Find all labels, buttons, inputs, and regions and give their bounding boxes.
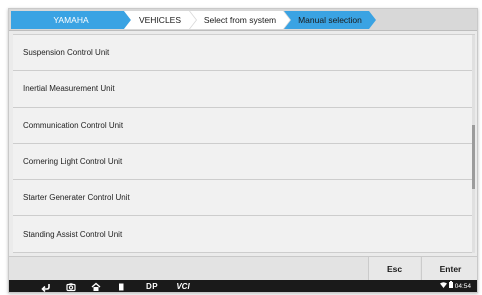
scrollbar-thumb[interactable]: [472, 125, 475, 189]
system-nav-bar: DP VCI 04:54: [9, 280, 477, 292]
esc-button[interactable]: Esc: [368, 257, 420, 281]
battery-icon: [448, 281, 453, 292]
breadcrumb: YAMAHA VEHICLES Select from system Manua…: [9, 9, 477, 31]
breadcrumb-select-from-system[interactable]: Select from system: [190, 11, 290, 29]
list-item[interactable]: Starter Generater Control Unit: [13, 180, 475, 217]
app-screen: YAMAHA VEHICLES Select from system Manua…: [8, 8, 478, 293]
list-item[interactable]: Standing Assist Control Unit: [13, 216, 475, 253]
home-icon[interactable]: [89, 281, 103, 292]
recents-icon[interactable]: [114, 281, 128, 292]
breadcrumb-vehicles[interactable]: VEHICLES: [124, 11, 196, 29]
camera-icon[interactable]: [64, 281, 78, 292]
status-area: 04:54: [439, 281, 471, 292]
breadcrumb-brand[interactable]: YAMAHA: [11, 11, 131, 29]
enter-button[interactable]: Enter: [421, 257, 477, 281]
wifi-icon: [439, 281, 447, 292]
device-frame: YAMAHA VEHICLES Select from system Manua…: [0, 0, 482, 295]
list-scrollbar[interactable]: [472, 35, 475, 253]
back-arrow-icon[interactable]: [39, 281, 53, 292]
control-unit-list: Suspension Control Unit Inertial Measure…: [13, 34, 475, 253]
list-item[interactable]: Inertial Measurement Unit: [13, 71, 475, 108]
action-bar: Esc Enter: [9, 256, 477, 281]
list-item[interactable]: Communication Control Unit: [13, 107, 475, 144]
status-time: 04:54: [454, 283, 471, 290]
dp-button[interactable]: DP: [141, 281, 163, 292]
list-item[interactable]: Cornering Light Control Unit: [13, 143, 475, 181]
list-item[interactable]: Suspension Control Unit: [13, 35, 475, 72]
breadcrumb-manual-selection[interactable]: Manual selection: [284, 11, 376, 29]
vci-button[interactable]: VCI: [172, 281, 194, 292]
